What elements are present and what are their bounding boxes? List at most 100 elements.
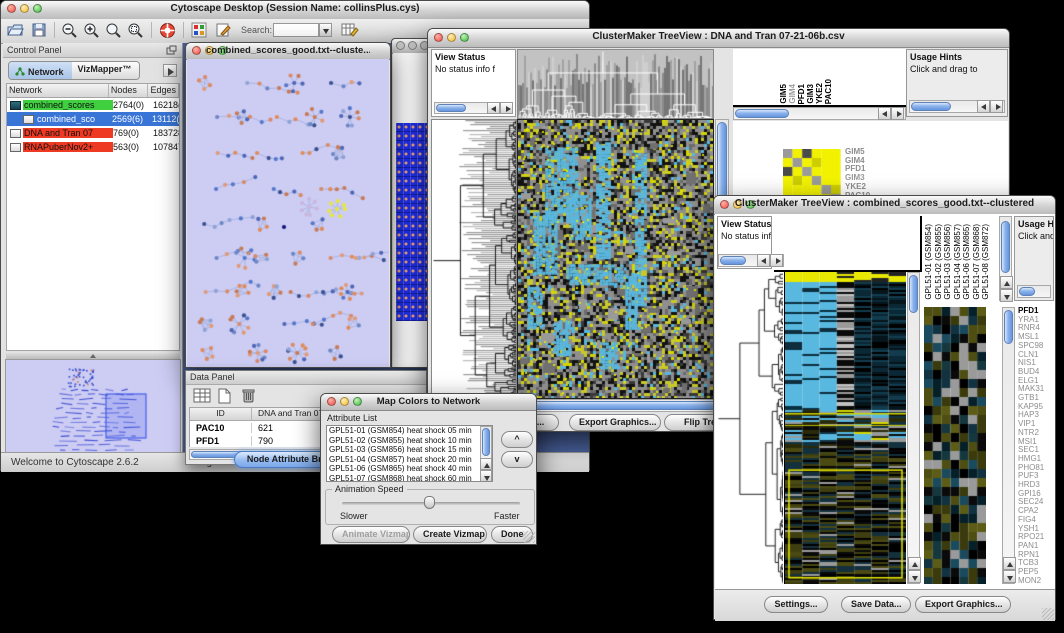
resize-grip[interactable]: [523, 531, 535, 543]
network-view-title-bar[interactable]: combined_scores_good.txt--cluste...: [186, 43, 390, 60]
scroll-right-button[interactable]: [770, 254, 783, 267]
open-session-button[interactable]: [7, 22, 24, 43]
vscroll-thumb[interactable]: [909, 275, 918, 313]
scroll-down-button[interactable]: [480, 470, 492, 482]
tv2-vscrollbar[interactable]: [907, 272, 920, 584]
scroll-left-button[interactable]: [757, 254, 770, 267]
row-dendrogram-canvas[interactable]: [717, 272, 783, 584]
minimize-icon[interactable]: [408, 41, 417, 50]
tv2-labels-vscrollbar[interactable]: [999, 216, 1012, 301]
column-label[interactable]: GPL51-07 (GSM868): [972, 224, 982, 300]
column-label[interactable]: GIM4: [788, 84, 797, 104]
vscroll-thumb[interactable]: [482, 428, 490, 456]
tv1-row-dendrogram[interactable]: [431, 119, 517, 399]
scroll-right-button[interactable]: [990, 100, 1003, 113]
attribute-listbox[interactable]: GPL51-01 (GSM854) heat shock 05 min GPL51…: [326, 425, 493, 482]
attribute-item[interactable]: GPL51-04 (GSM857) heat shock 20 min: [327, 455, 492, 465]
tab-vizmapper[interactable]: VizMapper™: [72, 62, 140, 79]
network-row[interactable]: combined_sco 2569(6) 13112(15): [7, 112, 179, 126]
attribute-browser-button[interactable]: [341, 22, 359, 43]
column-label[interactable]: GPL51-01 (GSM854): [924, 224, 934, 300]
column-dendrogram-canvas[interactable]: [518, 50, 713, 118]
delete-attribute-button[interactable]: [241, 387, 256, 409]
close-icon[interactable]: [327, 397, 336, 406]
scroll-down-button[interactable]: [1000, 289, 1013, 302]
network-row[interactable]: DNA and Tran 07 769(0) 183728(0): [7, 126, 179, 140]
scroll-up-button[interactable]: [1000, 276, 1013, 289]
close-icon[interactable]: [7, 4, 16, 13]
vscroll-thumb[interactable]: [1004, 310, 1013, 344]
col-nodes[interactable]: Nodes: [109, 84, 149, 97]
column-label[interactable]: PAC10: [824, 79, 833, 104]
create-vizmap-button[interactable]: Create Vizmap: [413, 526, 487, 543]
treeview2-title-bar[interactable]: ClusterMaker TreeView : combined_scores_…: [714, 196, 1055, 215]
column-label[interactable]: GIM3: [806, 84, 815, 104]
tv2-status-hscrollbar[interactable]: [718, 254, 784, 267]
zoom-fit-button[interactable]: [105, 22, 122, 43]
network-graph-canvas[interactable]: [187, 59, 389, 367]
tab-overflow-button[interactable]: [163, 64, 177, 77]
attribute-item[interactable]: GPL51-06 (GSM865) heat shock 40 min: [327, 464, 492, 474]
tv2-column-dendrogram[interactable]: [774, 216, 922, 272]
tv1-status-hscrollbar[interactable]: [434, 102, 513, 114]
scroll-down-button[interactable]: [1003, 570, 1016, 583]
close-icon[interactable]: [192, 46, 201, 55]
speed-slider-thumb[interactable]: [424, 496, 435, 509]
tv1-heatmap-view[interactable]: [517, 119, 714, 399]
col-id[interactable]: ID: [190, 408, 252, 420]
close-icon[interactable]: [434, 33, 443, 42]
attribute-item[interactable]: GPL51-07 (GSM868) heat shock 60 min: [327, 474, 492, 482]
tv2-heatmap-view[interactable]: [784, 272, 906, 584]
hscroll-thumb[interactable]: [436, 104, 466, 112]
scroll-right-button[interactable]: [500, 102, 513, 114]
network-row[interactable]: RNAPuberNov2+ 563(0) 107847(0): [7, 140, 179, 154]
attribute-item[interactable]: GPL51-03 (GSM856) heat shock 15 min: [327, 445, 492, 455]
scroll-left-button[interactable]: [487, 102, 500, 114]
search-input[interactable]: [273, 23, 319, 37]
gene-label[interactable]: MON2: [1018, 577, 1056, 586]
hscroll-thumb[interactable]: [911, 102, 951, 111]
settings-button[interactable]: Settings...: [764, 596, 828, 613]
list-vscrollbar[interactable]: [480, 426, 492, 481]
scroll-left-button[interactable]: [977, 100, 990, 113]
column-label[interactable]: GPL51-03 (GSM856): [943, 224, 953, 300]
hscroll-thumb[interactable]: [735, 109, 789, 118]
treeview1-title-bar[interactable]: ClusterMaker TreeView : DNA and Tran 07-…: [428, 29, 1009, 48]
scroll-down-button[interactable]: [908, 570, 921, 583]
export-graphics-button[interactable]: Export Graphics...: [569, 414, 661, 431]
tv2-zoom-vscrollbar[interactable]: [1002, 307, 1015, 584]
column-label[interactable]: PFD1: [797, 84, 806, 104]
hscroll-thumb[interactable]: [1019, 287, 1035, 296]
close-icon[interactable]: [720, 200, 729, 209]
scroll-up-button[interactable]: [1003, 557, 1016, 570]
scroll-left-button[interactable]: [878, 107, 891, 120]
new-attribute-button[interactable]: [217, 388, 232, 409]
attribute-item[interactable]: GPL51-01 (GSM854) heat shock 05 min: [327, 426, 492, 436]
help-button[interactable]: [159, 22, 176, 44]
column-label[interactable]: GPL51-04 (GSM857): [953, 224, 963, 300]
tv2-row-dendrogram[interactable]: [717, 272, 783, 584]
col-edges[interactable]: Edges: [148, 84, 179, 97]
save-data-button[interactable]: Save Data...: [841, 596, 911, 613]
move-up-button[interactable]: ^: [501, 431, 533, 448]
network-graph-view[interactable]: [187, 59, 389, 367]
animate-vizmap-button[interactable]: Animate Vizmap: [332, 526, 410, 543]
scroll-right-button[interactable]: [891, 107, 904, 120]
heatmap-canvas[interactable]: [785, 272, 906, 584]
save-session-button[interactable]: [31, 22, 47, 43]
close-icon[interactable]: [396, 41, 405, 50]
birdseye-canvas[interactable]: [6, 360, 180, 459]
dialog-title-bar[interactable]: Map Colors to Network: [321, 394, 536, 411]
row-dendrogram-canvas[interactable]: [432, 120, 516, 398]
col-network[interactable]: Network: [7, 84, 109, 97]
birdseye-view[interactable]: [5, 359, 181, 460]
zoom-out-button[interactable]: [61, 22, 78, 43]
vizmapper-button[interactable]: [191, 22, 208, 43]
hscroll-thumb[interactable]: [519, 401, 717, 410]
tv1-hints-hscrollbar[interactable]: [909, 100, 1005, 113]
move-down-button[interactable]: v: [501, 451, 533, 468]
table-mode-button[interactable]: [193, 388, 211, 409]
column-label[interactable]: YKE2: [815, 83, 824, 104]
column-label[interactable]: GPL51-02 (GSM855): [934, 224, 944, 300]
zoom-heatmap-canvas[interactable]: [924, 307, 986, 584]
